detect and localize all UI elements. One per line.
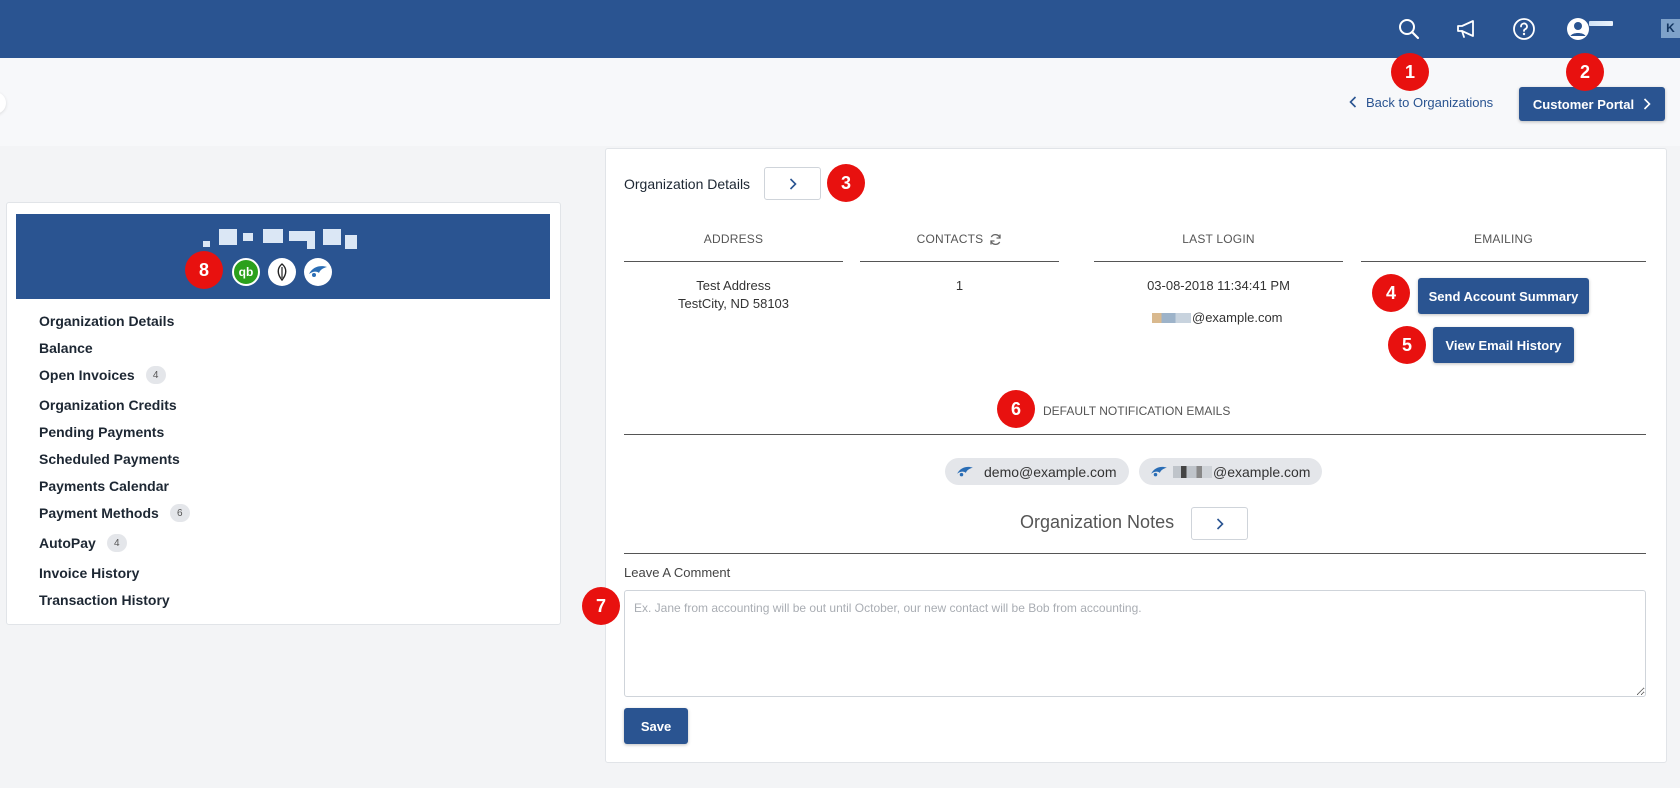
column-divider <box>1361 261 1646 262</box>
contacts-header-label: CONTACTS <box>916 232 984 246</box>
sidebar-item-payments-calendar[interactable]: Payments Calendar <box>39 476 169 496</box>
default-notification-emails-title: DEFAULT NOTIFICATION EMAILS <box>1043 404 1231 418</box>
notification-email-chip[interactable]: demo@example.com <box>945 458 1129 485</box>
column-divider <box>624 261 843 262</box>
sidebar-item-payment-methods[interactable]: Payment Methods 6 <box>39 503 190 523</box>
annotation-marker-5: 5 <box>1388 326 1426 364</box>
chevron-right-icon <box>1643 98 1651 110</box>
sidebar-item-open-invoices[interactable]: Open Invoices 4 <box>39 365 166 385</box>
send-account-summary-label: Send Account Summary <box>1428 288 1579 304</box>
annotation-marker-8: 8 <box>185 251 223 289</box>
back-link-label: Back to Organizations <box>1366 94 1494 110</box>
email-username-redacted <box>1173 465 1212 478</box>
sidebar-item-label: Invoice History <box>39 565 140 581</box>
search-icon[interactable] <box>1395 15 1423 43</box>
sidebar-item-label: Payment Methods <box>39 505 159 521</box>
send-account-summary-button[interactable]: Send Account Summary <box>1418 278 1589 314</box>
section-divider <box>624 434 1646 435</box>
address-cell: Test Address TestCity, ND 58103 <box>624 277 843 313</box>
user-name-redacted <box>1589 21 1613 26</box>
refresh-icon[interactable] <box>989 233 1002 246</box>
sidebar-item-label: Pending Payments <box>39 424 165 440</box>
sidebar-item-label: Open Invoices <box>39 367 135 383</box>
organization-notes-title: Organization Notes <box>1020 512 1175 532</box>
notification-email-address: demo@example.com <box>984 463 1117 480</box>
comment-textarea[interactable] <box>624 590 1646 697</box>
save-button[interactable]: Save <box>624 708 688 744</box>
annotation-marker-7: 7 <box>582 587 620 625</box>
organization-details-title: Organization Details <box>624 176 751 192</box>
sidebar-item-balance[interactable]: Balance <box>39 338 93 358</box>
email-username-redacted <box>1152 313 1191 323</box>
bird-icon <box>1149 465 1169 479</box>
last-login-timestamp: 03-08-2018 11:34:41 PM <box>1147 278 1290 293</box>
column-header-last-login: LAST LOGIN <box>1182 232 1255 246</box>
sidebar-item-organization-details[interactable]: Organization Details <box>39 311 174 331</box>
sidebar-item-label: AutoPay <box>39 535 96 551</box>
annotation-marker-6: 6 <box>997 390 1035 428</box>
sidebar-item-label: Transaction History <box>39 592 170 608</box>
address-line-1: Test Address <box>696 278 771 293</box>
sidebar-item-label: Organization Credits <box>39 397 177 413</box>
top-navigation-bar: K <box>0 0 1680 58</box>
leaf-icon[interactable] <box>268 258 296 286</box>
organization-notes-expand-button[interactable] <box>1191 507 1248 540</box>
autopay-count-badge: 4 <box>106 534 127 552</box>
last-login-email: @example.com <box>1152 309 1302 327</box>
contacts-count: 1 <box>955 278 964 293</box>
sidebar-item-label: Balance <box>39 340 93 356</box>
brand-corner-logo: K <box>1661 19 1680 38</box>
organization-banner <box>16 214 550 299</box>
sidebar-item-organization-credits[interactable]: Organization Credits <box>39 395 177 415</box>
sidebar-item-pending-payments[interactable]: Pending Payments <box>39 422 164 442</box>
sidebar-item-label: Scheduled Payments <box>39 451 180 467</box>
sidebar-item-autopay[interactable]: AutoPay 4 <box>39 533 127 553</box>
column-header-address: ADDRESS <box>703 232 764 246</box>
user-avatar-icon[interactable] <box>1564 15 1592 43</box>
quickbooks-icon[interactable]: qb <box>232 258 260 286</box>
organization-details-expand-button[interactable] <box>764 167 821 200</box>
payment-methods-count-badge: 6 <box>169 504 190 522</box>
annotation-marker-4: 4 <box>1372 274 1410 312</box>
customer-portal-label: Customer Portal <box>1532 96 1635 112</box>
chevron-right-icon <box>1216 517 1224 530</box>
sidebar-item-invoice-history[interactable]: Invoice History <box>39 563 139 583</box>
sidebar-item-scheduled-payments[interactable]: Scheduled Payments <box>39 449 180 469</box>
save-button-label: Save <box>640 718 672 734</box>
bird-icon <box>955 465 975 479</box>
organization-name-redacted <box>203 229 358 251</box>
sidebar-item-label: Payments Calendar <box>39 478 169 494</box>
help-icon[interactable] <box>1510 15 1538 43</box>
view-email-history-label: View Email History <box>1445 337 1562 353</box>
sidebar-item-label: Organization Details <box>39 313 175 329</box>
annotation-marker-2: 2 <box>1566 53 1604 91</box>
back-to-organizations-link[interactable]: Back to Organizations <box>1349 91 1493 113</box>
annotation-marker-1: 1 <box>1391 53 1429 91</box>
notification-email-address: @example.com <box>1213 463 1311 480</box>
notification-email-chip[interactable]: @example.com <box>1139 458 1323 485</box>
bird-icon[interactable] <box>304 258 332 286</box>
section-divider <box>624 553 1646 554</box>
address-line-2: TestCity, ND 58103 <box>677 296 790 311</box>
annotation-marker-3: 3 <box>827 164 865 202</box>
leave-comment-label: Leave A Comment <box>624 565 731 580</box>
chevron-right-icon <box>789 177 797 190</box>
open-invoices-count-badge: 4 <box>145 366 166 384</box>
column-divider <box>1094 261 1343 262</box>
column-header-contacts: CONTACTS <box>860 232 1059 246</box>
view-email-history-button[interactable]: View Email History <box>1433 327 1574 363</box>
column-header-emailing: EMAILING <box>1474 232 1533 246</box>
customer-portal-button[interactable]: Customer Portal <box>1519 87 1665 121</box>
chevron-left-icon <box>1349 96 1357 108</box>
megaphone-icon[interactable] <box>1453 15 1481 43</box>
sidebar-item-transaction-history[interactable]: Transaction History <box>39 590 170 610</box>
last-login-email-domain: @example.com <box>1192 310 1283 325</box>
column-divider <box>860 261 1059 262</box>
